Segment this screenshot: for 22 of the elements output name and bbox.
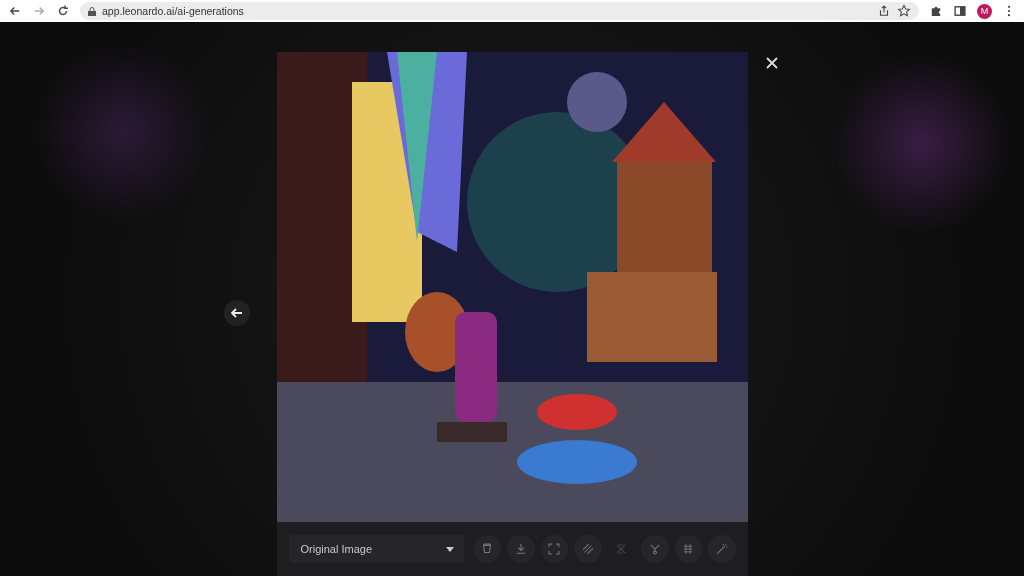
share-icon[interactable] [877, 4, 891, 18]
stripes-button[interactable] [574, 535, 602, 563]
arrow-left-icon [230, 306, 244, 320]
puzzle-icon[interactable] [929, 4, 943, 18]
download-button[interactable] [507, 535, 535, 563]
wand-icon [714, 542, 729, 556]
reload-icon[interactable] [56, 4, 70, 18]
address-bar[interactable]: app.leonardo.ai/ai-generations [80, 2, 919, 20]
url-text: app.leonardo.ai/ai-generations [102, 5, 244, 17]
stripes-icon [580, 542, 595, 556]
caret-icon [445, 546, 454, 552]
grid-button[interactable] [674, 535, 702, 563]
star-icon[interactable] [897, 4, 911, 18]
previous-button[interactable] [224, 300, 250, 326]
back-icon[interactable] [8, 4, 22, 18]
expand-icon [547, 542, 562, 556]
close-button[interactable] [764, 55, 780, 71]
profile-avatar[interactable]: M [977, 3, 992, 19]
image-type-dropdown[interactable]: Original Image [288, 535, 464, 563]
side-panel-icon[interactable] [953, 4, 967, 18]
trash-button[interactable] [473, 535, 502, 563]
lock-icon [88, 6, 96, 16]
